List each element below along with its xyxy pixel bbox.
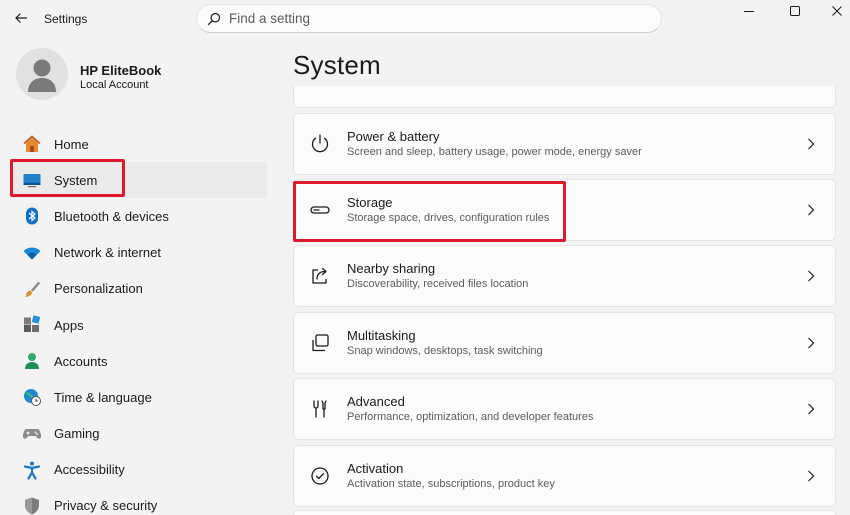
shield-icon bbox=[22, 496, 42, 515]
back-arrow-icon bbox=[15, 13, 27, 23]
bluetooth-icon bbox=[22, 206, 42, 226]
card-storage[interactable]: Storage Storage space, drives, configura… bbox=[293, 179, 836, 241]
card-subtitle: Discoverability, received files location bbox=[347, 278, 529, 290]
card-title: Multitasking bbox=[347, 328, 416, 343]
minimize-button[interactable] bbox=[728, 0, 770, 22]
sidebar-item-label: Apps bbox=[54, 317, 84, 333]
storage-icon bbox=[308, 198, 332, 222]
accounts-icon bbox=[22, 351, 42, 371]
search-icon bbox=[207, 12, 221, 25]
sidebar-item-gaming[interactable]: Gaming bbox=[10, 416, 267, 452]
partial-card-below bbox=[293, 510, 836, 515]
accessibility-icon bbox=[22, 460, 42, 480]
user-avatar-icon bbox=[28, 59, 56, 92]
card-subtitle: Activation state, subscriptions, product… bbox=[347, 478, 555, 490]
sidebar-item-label: Time & language bbox=[54, 389, 152, 405]
sidebar-item-time-language[interactable]: Time & language bbox=[10, 379, 267, 415]
card-subtitle: Snap windows, desktops, task switching bbox=[347, 345, 543, 357]
partial-card-above bbox=[293, 86, 836, 108]
share-icon bbox=[308, 264, 332, 288]
card-advanced[interactable]: Advanced Performance, optimization, and … bbox=[293, 378, 836, 440]
back-button[interactable] bbox=[8, 6, 34, 30]
sidebar-item-label: System bbox=[54, 172, 98, 188]
profile-name: HP EliteBook bbox=[80, 63, 162, 78]
power-icon bbox=[308, 132, 332, 156]
card-title: Power & battery bbox=[347, 129, 440, 144]
home-icon bbox=[22, 134, 42, 154]
sidebar-item-bluetooth-devices[interactable]: Bluetooth & devices bbox=[10, 198, 267, 234]
maximize-icon bbox=[790, 6, 800, 16]
avatar[interactable] bbox=[16, 48, 68, 100]
tools-icon bbox=[308, 397, 332, 421]
sidebar-item-privacy-security[interactable]: Privacy & security bbox=[10, 488, 267, 515]
sidebar-item-label: Gaming bbox=[54, 426, 100, 442]
close-icon bbox=[832, 6, 842, 16]
multitask-icon bbox=[308, 331, 332, 355]
sidebar-item-label: Home bbox=[54, 136, 89, 152]
sidebar-item-home[interactable]: Home bbox=[10, 126, 267, 162]
sidebar-item-label: Bluetooth & devices bbox=[54, 208, 169, 224]
card-activation[interactable]: Activation Activation state, subscriptio… bbox=[293, 445, 836, 507]
sidebar-item-system[interactable]: System bbox=[10, 162, 267, 199]
sidebar-item-personalization[interactable]: Personalization bbox=[10, 271, 267, 307]
card-title: Nearby sharing bbox=[347, 261, 436, 276]
card-subtitle: Storage space, drives, configuration rul… bbox=[347, 212, 550, 224]
sidebar-item-label: Personalization bbox=[54, 281, 143, 297]
gamepad-icon bbox=[22, 424, 42, 444]
card-multitasking[interactable]: Multitasking Snap windows, desktops, tas… bbox=[293, 312, 836, 374]
card-title: Advanced bbox=[347, 394, 405, 409]
window-title: Settings bbox=[44, 12, 88, 26]
close-button[interactable] bbox=[816, 0, 850, 22]
card-subtitle: Performance, optimization, and developer… bbox=[347, 411, 594, 423]
wifi-icon bbox=[22, 243, 42, 263]
sidebar-item-label: Privacy & security bbox=[54, 498, 158, 514]
globe-clock-icon bbox=[22, 387, 42, 407]
sidebar-nav: Home System Bluetooth & devices Network … bbox=[10, 126, 267, 515]
minimize-icon bbox=[744, 11, 754, 12]
system-icon bbox=[22, 170, 42, 190]
search-input[interactable] bbox=[229, 11, 629, 26]
card-nearby-sharing[interactable]: Nearby sharing Discoverability, received… bbox=[293, 245, 836, 307]
sidebar-item-network-internet[interactable]: Network & internet bbox=[10, 235, 267, 271]
sidebar-item-label: Network & internet bbox=[54, 245, 161, 261]
page-title: System bbox=[293, 50, 381, 80]
chevron-right-icon bbox=[801, 470, 821, 482]
sidebar-item-accessibility[interactable]: Accessibility bbox=[10, 452, 267, 488]
sidebar-item-accounts[interactable]: Accounts bbox=[10, 343, 267, 379]
chevron-right-icon bbox=[801, 403, 821, 415]
check-circle-icon bbox=[308, 464, 332, 488]
card-power-battery[interactable]: Power & battery Screen and sleep, batter… bbox=[293, 113, 836, 175]
maximize-button[interactable] bbox=[774, 0, 816, 22]
card-title: Activation bbox=[347, 461, 404, 476]
sidebar-item-label: Accounts bbox=[54, 353, 108, 369]
apps-icon bbox=[22, 315, 42, 335]
card-subtitle: Screen and sleep, battery usage, power m… bbox=[347, 146, 642, 158]
card-title: Storage bbox=[347, 195, 393, 210]
sidebar-item-apps[interactable]: Apps bbox=[10, 307, 267, 343]
chevron-right-icon bbox=[801, 204, 821, 216]
brush-icon bbox=[22, 279, 42, 299]
chevron-right-icon bbox=[801, 270, 821, 282]
sidebar-item-label: Accessibility bbox=[54, 462, 125, 478]
search-box[interactable] bbox=[196, 4, 662, 33]
chevron-right-icon bbox=[801, 138, 821, 150]
chevron-right-icon bbox=[801, 337, 821, 349]
profile-account-type: Local Account bbox=[80, 79, 149, 91]
